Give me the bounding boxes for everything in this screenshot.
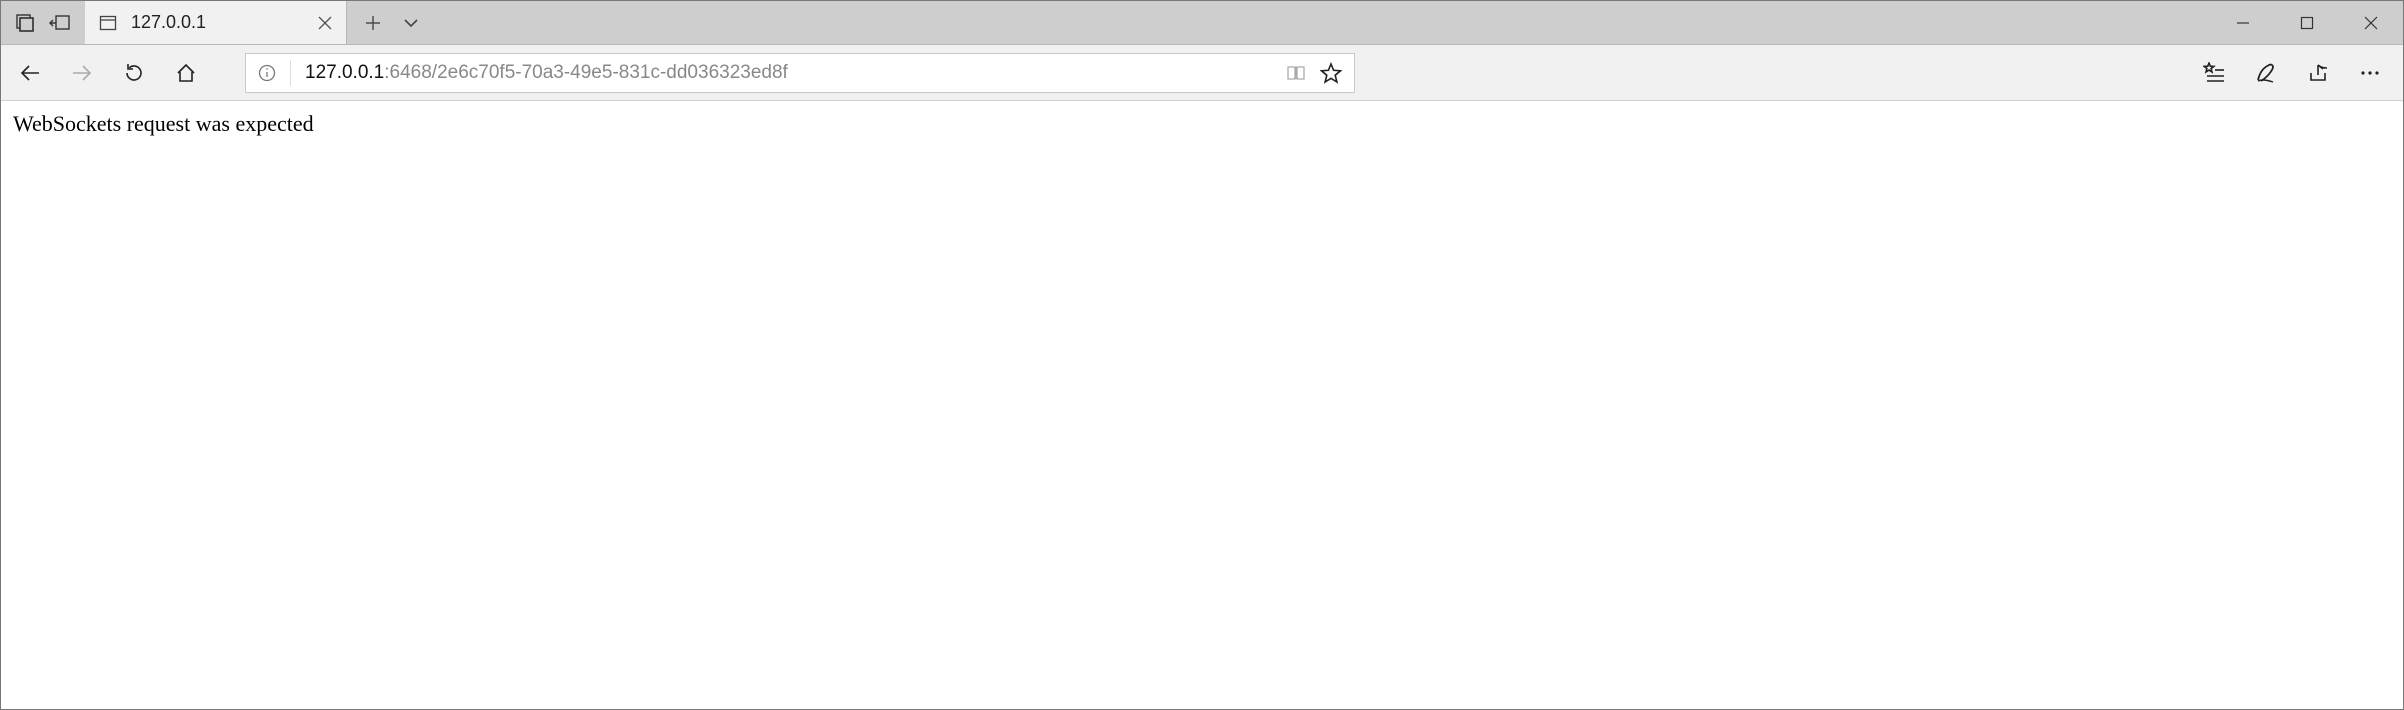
close-window-button[interactable] [2339, 1, 2403, 44]
browser-tab[interactable]: 127.0.0.1 [85, 1, 347, 44]
favorites-list-icon[interactable] [2203, 62, 2225, 84]
more-menu-icon[interactable] [2359, 62, 2381, 84]
new-tab-icon[interactable] [365, 15, 381, 31]
maximize-button[interactable] [2275, 1, 2339, 44]
site-info-icon[interactable] [258, 64, 276, 82]
home-button[interactable] [175, 62, 197, 84]
page-icon [99, 14, 117, 32]
refresh-button[interactable] [123, 62, 145, 84]
back-button[interactable] [19, 62, 41, 84]
tabstrip-right-buttons [347, 1, 419, 44]
share-icon[interactable] [2307, 62, 2329, 84]
url-path: :6468/2e6c70f5-70a3-49e5-831c-dd036323ed… [384, 62, 788, 83]
notes-icon[interactable] [2255, 62, 2277, 84]
tabs-overview-icon[interactable] [15, 13, 35, 33]
reading-view-icon[interactable] [1286, 63, 1306, 83]
separator [290, 60, 291, 86]
tabstrip-left-buttons [1, 1, 85, 44]
page-body-text: WebSockets request was expected [13, 111, 314, 136]
navigation-buttons [15, 62, 207, 84]
minimize-button[interactable] [2211, 1, 2275, 44]
close-tab-icon[interactable] [318, 16, 332, 30]
tab-actions-chevron-icon[interactable] [403, 15, 419, 31]
address-bar[interactable]: 127.0.0.1:6468/2e6c70f5-70a3-49e5-831c-d… [245, 53, 1355, 93]
tab-strip: 127.0.0.1 [1, 1, 2403, 45]
page-content: WebSockets request was expected [1, 101, 2403, 147]
set-aside-tabs-icon[interactable] [49, 13, 71, 33]
url-text: 127.0.0.1:6468/2e6c70f5-70a3-49e5-831c-d… [305, 62, 1272, 84]
window-controls [2211, 1, 2403, 44]
favorite-star-icon[interactable] [1320, 62, 1342, 84]
toolbar: 127.0.0.1:6468/2e6c70f5-70a3-49e5-831c-d… [1, 45, 2403, 101]
tab-title: 127.0.0.1 [131, 12, 304, 33]
forward-button[interactable] [71, 62, 93, 84]
toolbar-right-buttons [2203, 62, 2389, 84]
url-host: 127.0.0.1 [305, 62, 384, 83]
